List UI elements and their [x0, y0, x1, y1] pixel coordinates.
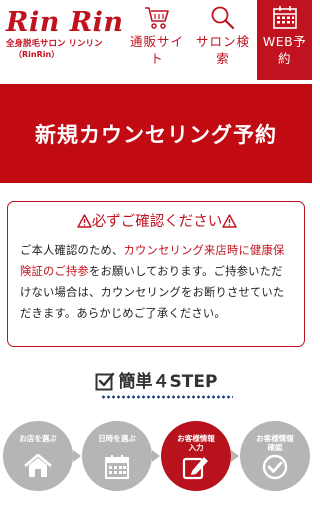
- nav-web-label: WEB予: [262, 34, 307, 49]
- step-label-line2: 入力: [188, 443, 204, 452]
- nav-web-label-2: 約: [277, 51, 291, 66]
- nav-salon-search-button[interactable]: サロン検 索: [192, 0, 254, 80]
- step-arrow: [73, 450, 81, 462]
- step-confirm-info: お客様情報 確認: [240, 421, 310, 491]
- step-label-line1: お客様情報: [256, 434, 294, 443]
- step-enter-info: お客様情報 入力: [161, 421, 231, 491]
- warning-icon: [222, 214, 237, 228]
- step-arrow: [231, 450, 239, 462]
- step-arrow: [152, 450, 160, 462]
- steps-title-row: 簡単４STEP: [95, 370, 218, 394]
- page-title: 新規カウンセリング予約: [35, 122, 277, 147]
- notice-text: ご本人確認のため、カウンセリング来店時に健康保険証のご持参をお願いしております。…: [20, 240, 294, 324]
- step-label-line1: お客様情報: [177, 434, 215, 443]
- nav-web-reservation-button[interactable]: WEB予 約: [257, 0, 312, 80]
- nav-shop-label: 通販サイ: [129, 34, 184, 49]
- notice-box: 必ずご確認ください ご本人確認のため、カウンセリング来店時に健康保険証のご持参を…: [7, 201, 305, 347]
- check-circle-icon: [262, 454, 288, 480]
- steps-heading: 簡単４STEP: [0, 370, 312, 394]
- step-label-line2: 確認: [267, 443, 283, 452]
- site-header: Rin Rin 全身脱毛サロン リンリン （RinRin） 通販サイ ト サロン…: [0, 0, 312, 80]
- calendar-icon: [105, 455, 129, 479]
- cart-icon: [145, 7, 169, 29]
- steps-title: 簡単４STEP: [118, 372, 218, 392]
- nav-shop-button[interactable]: 通販サイ ト: [128, 0, 186, 80]
- notice-title-row: 必ずご確認ください: [20, 212, 294, 232]
- step-label: お店を選ぶ: [19, 434, 57, 443]
- dotted-underline: [101, 395, 233, 399]
- calendar-icon: [272, 6, 297, 29]
- logo-text: Rin Rin: [6, 7, 124, 38]
- site-logo[interactable]: Rin Rin 全身脱毛サロン リンリン （RinRin）: [6, 8, 126, 60]
- step-label: お客様情報 入力: [161, 421, 231, 454]
- step-select-datetime: 日時を選ぶ: [82, 421, 152, 491]
- nav-shop-label-2: ト: [150, 51, 164, 66]
- warning-icon: [77, 214, 92, 228]
- page-title-banner: 新規カウンセリング予約: [0, 84, 312, 183]
- checkbox-icon: [95, 372, 114, 391]
- step-label: 日時を選ぶ: [98, 434, 136, 443]
- notice-title: 必ずご確認ください: [91, 214, 223, 230]
- logo-subtitle-roman: （RinRin）: [14, 50, 60, 59]
- nav-search-label: サロン検: [195, 34, 250, 49]
- nav-search-label-2: 索: [216, 51, 230, 66]
- house-icon: [24, 454, 52, 477]
- step-label: お客様情報 確認: [240, 421, 310, 454]
- logo-subtitle: 全身脱毛サロン リンリン: [6, 39, 103, 49]
- search-icon: [211, 6, 235, 30]
- pencil-icon: [182, 457, 208, 480]
- notice-text-part1: ご本人確認のため、: [20, 244, 124, 257]
- step-select-shop: お店を選ぶ: [3, 421, 73, 491]
